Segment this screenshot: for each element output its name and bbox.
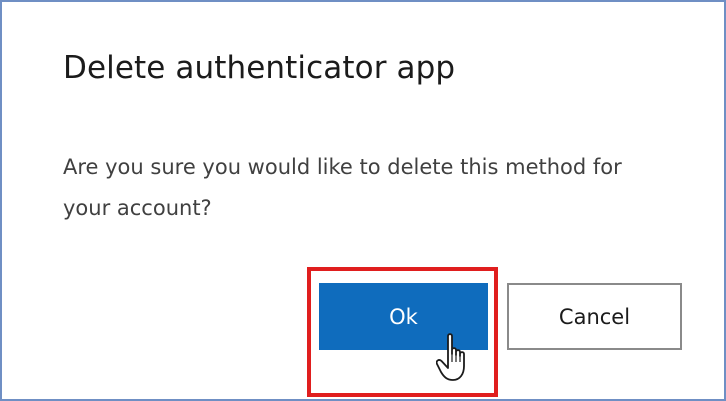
dialog-title: Delete authenticator app [63, 50, 456, 86]
dialog-message: Are you sure you would like to delete th… [63, 155, 622, 220]
hand-pointer-icon [436, 333, 465, 381]
cancel-button[interactable]: Cancel [507, 283, 682, 350]
dialog: Delete authenticator app Are you sure yo… [0, 0, 726, 401]
